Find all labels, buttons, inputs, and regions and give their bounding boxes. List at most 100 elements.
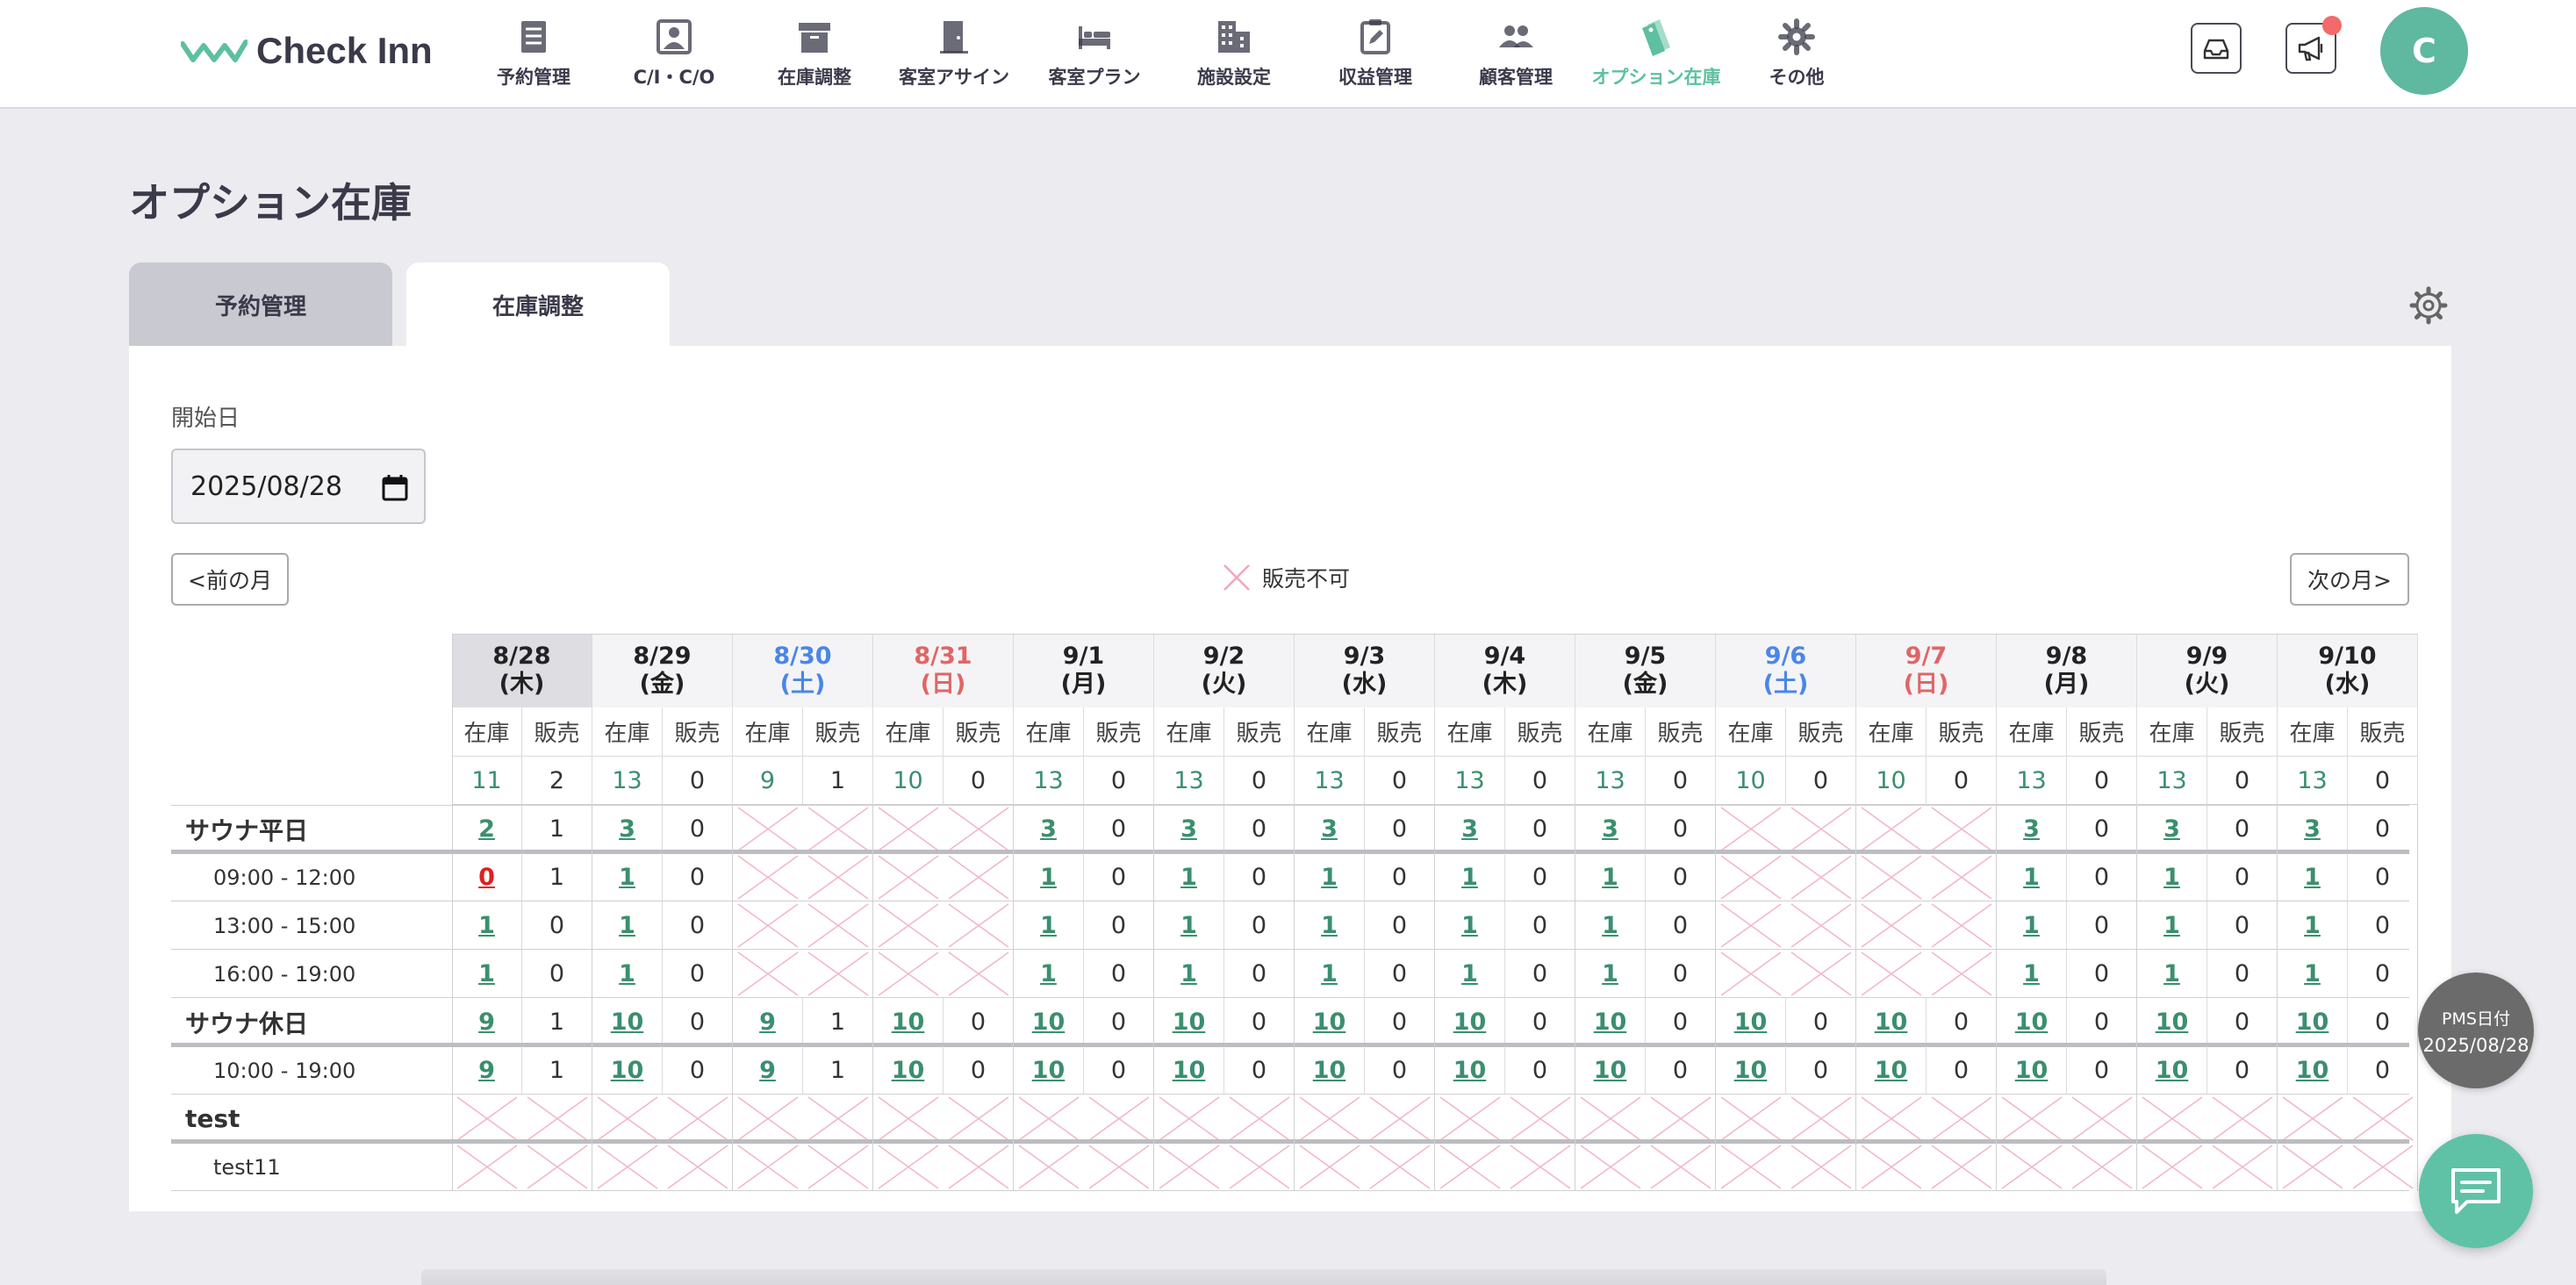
stock-link[interactable]: 10 [1594, 1009, 1627, 1036]
stock-link[interactable]: 10 [1313, 1009, 1346, 1036]
stock-cell[interactable]: 10 [1295, 1046, 1365, 1095]
stock-cell[interactable]: 1 [592, 853, 663, 901]
stock-link[interactable]: 1 [478, 912, 495, 939]
stock-cell[interactable]: 9 [452, 998, 522, 1046]
stock-cell[interactable]: 3 [2278, 805, 2348, 853]
check-inn-logo[interactable]: Check Inn [181, 26, 433, 75]
inbox-button[interactable] [2191, 23, 2242, 74]
stock-cell[interactable]: 1 [1295, 853, 1365, 901]
stock-cell[interactable]: 1 [1997, 950, 2067, 998]
stock-cell[interactable]: 10 [1154, 1046, 1224, 1095]
stock-cell[interactable]: 10 [1014, 1046, 1084, 1095]
stock-link[interactable]: 9 [478, 1057, 495, 1084]
stock-cell[interactable]: 10 [1997, 1046, 2067, 1095]
stock-link[interactable]: 10 [1032, 1009, 1066, 1036]
stock-cell[interactable]: 3 [1295, 805, 1365, 853]
stock-cell[interactable]: 10 [1435, 998, 1505, 1046]
stock-link[interactable]: 1 [2163, 912, 2180, 939]
stock-link[interactable]: 1 [2304, 864, 2321, 891]
stock-link[interactable]: 1 [1602, 864, 1618, 891]
stock-cell[interactable]: 1 [592, 950, 663, 998]
nav-item-0[interactable]: 予約管理 [468, 16, 599, 95]
stock-link[interactable]: 1 [1461, 864, 1478, 891]
stock-cell[interactable]: 1 [1575, 950, 1646, 998]
stock-link[interactable]: 3 [1602, 815, 1618, 843]
stock-cell[interactable]: 1 [1435, 950, 1505, 998]
stock-cell[interactable]: 1 [1295, 901, 1365, 950]
stock-link[interactable]: 1 [1180, 912, 1197, 939]
stock-cell[interactable]: 10 [873, 998, 944, 1046]
stock-cell[interactable]: 2 [452, 805, 522, 853]
stock-link[interactable]: 1 [1602, 912, 1618, 939]
stock-cell[interactable]: 1 [452, 901, 522, 950]
stock-link[interactable]: 1 [2023, 960, 2040, 987]
stock-cell[interactable]: 9 [733, 1046, 803, 1095]
stock-link[interactable]: 10 [892, 1009, 925, 1036]
stock-link[interactable]: 10 [2156, 1057, 2189, 1084]
stock-cell[interactable]: 1 [1154, 901, 1224, 950]
stock-cell[interactable]: 1 [1997, 853, 2067, 901]
stock-link[interactable]: 1 [1040, 960, 1057, 987]
nav-item-1[interactable]: C/I・C/O [608, 16, 740, 95]
stock-link[interactable]: 1 [2163, 960, 2180, 987]
stock-link[interactable]: 1 [1040, 912, 1057, 939]
stock-cell[interactable]: 1 [1154, 950, 1224, 998]
stock-cell[interactable]: 1 [2137, 950, 2207, 998]
stock-link[interactable]: 10 [1032, 1057, 1066, 1084]
stock-link[interactable]: 9 [478, 1009, 495, 1036]
stock-cell[interactable]: 10 [1575, 998, 1646, 1046]
announcement-button[interactable] [2285, 16, 2342, 74]
stock-cell[interactable]: 1 [1295, 950, 1365, 998]
user-avatar[interactable]: C [2380, 7, 2468, 95]
stock-cell[interactable]: 0 [452, 853, 522, 901]
stock-cell[interactable]: 1 [1435, 853, 1505, 901]
stock-cell[interactable]: 3 [2137, 805, 2207, 853]
stock-link[interactable]: 3 [2163, 815, 2180, 843]
nav-item-8[interactable]: オプション在庫 [1590, 16, 1722, 95]
stock-link[interactable]: 3 [1180, 815, 1197, 843]
stock-cell[interactable]: 1 [1575, 853, 1646, 901]
stock-cell[interactable]: 9 [452, 1046, 522, 1095]
stock-link[interactable]: 3 [1461, 815, 1478, 843]
stock-link[interactable]: 3 [619, 815, 635, 843]
tab-reservation-management[interactable]: 予約管理 [129, 262, 392, 347]
stock-link[interactable]: 10 [1734, 1009, 1768, 1036]
stock-cell[interactable]: 1 [1575, 901, 1646, 950]
stock-link[interactable]: 10 [1453, 1009, 1487, 1036]
stock-link[interactable]: 3 [1321, 815, 1338, 843]
stock-cell[interactable]: 3 [1575, 805, 1646, 853]
stock-cell[interactable]: 3 [1154, 805, 1224, 853]
stock-cell[interactable]: 10 [1997, 998, 2067, 1046]
stock-link[interactable]: 1 [619, 960, 635, 987]
stock-link[interactable]: 10 [2296, 1009, 2329, 1036]
nav-item-4[interactable]: 客室プラン [1029, 16, 1160, 95]
stock-link[interactable]: 2 [478, 815, 495, 843]
stock-link[interactable]: 10 [1173, 1009, 1206, 1036]
stock-link[interactable]: 10 [2156, 1009, 2189, 1036]
stock-link[interactable]: 10 [2015, 1057, 2049, 1084]
stock-cell[interactable]: 3 [1014, 805, 1084, 853]
stock-link[interactable]: 1 [2023, 912, 2040, 939]
stock-link[interactable]: 10 [1594, 1057, 1627, 1084]
stock-link[interactable]: 1 [1602, 960, 1618, 987]
stock-link[interactable]: 1 [1321, 864, 1338, 891]
stock-cell[interactable]: 10 [1856, 1046, 1927, 1095]
nav-item-5[interactable]: 施設設定 [1168, 16, 1300, 95]
stock-cell[interactable]: 10 [2278, 1046, 2348, 1095]
tab-inventory-adjustment[interactable]: 在庫調整 [406, 262, 670, 347]
calendar-icon[interactable] [380, 473, 410, 503]
stock-cell[interactable]: 1 [1997, 901, 2067, 950]
stock-cell[interactable]: 3 [1997, 805, 2067, 853]
stock-link[interactable]: 10 [1173, 1057, 1206, 1084]
stock-cell[interactable]: 1 [1435, 901, 1505, 950]
stock-cell[interactable]: 1 [2278, 950, 2348, 998]
stock-cell[interactable]: 10 [2278, 998, 2348, 1046]
stock-cell[interactable]: 10 [2137, 1046, 2207, 1095]
stock-link[interactable]: 1 [1461, 912, 1478, 939]
stock-link[interactable]: 0 [478, 864, 495, 891]
start-date-input[interactable]: 2025/08/28 [171, 449, 426, 524]
stock-cell[interactable]: 10 [873, 1046, 944, 1095]
stock-cell[interactable]: 1 [452, 950, 522, 998]
prev-month-button[interactable]: <前の月 [171, 553, 289, 606]
stock-cell[interactable]: 10 [1014, 998, 1084, 1046]
